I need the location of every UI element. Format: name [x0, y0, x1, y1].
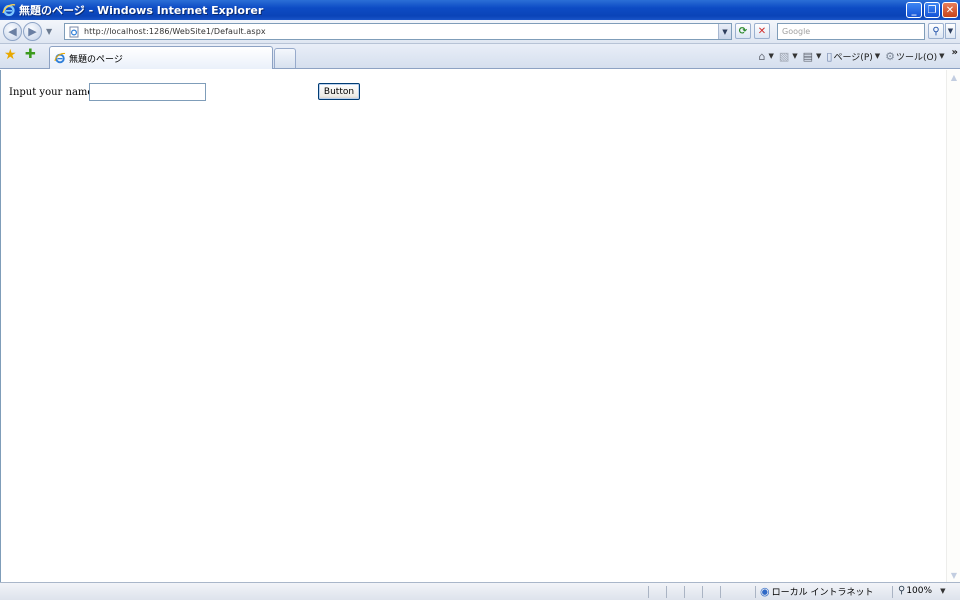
address-dropdown-button[interactable]: ▼	[718, 24, 731, 39]
recent-pages-dropdown[interactable]: ▼	[46, 27, 56, 36]
home-button[interactable]: ⌂ ▼	[758, 50, 776, 63]
scroll-down-icon[interactable]: ▼	[948, 569, 960, 581]
chevron-down-icon[interactable]: ▼	[939, 52, 944, 60]
feed-icon: ▧	[778, 49, 790, 63]
star-icon[interactable]: ★	[4, 47, 17, 63]
ie-icon	[2, 4, 16, 17]
search-button[interactable]: ⚲	[928, 23, 944, 39]
ie-icon	[54, 52, 66, 64]
status-divider	[666, 586, 667, 598]
zoom-level: 100%	[906, 585, 933, 596]
tools-menu-button[interactable]: ⚙ ツール(O) ▼	[885, 50, 947, 63]
name-input[interactable]	[89, 83, 206, 101]
scroll-up-icon[interactable]: ▲	[948, 71, 960, 83]
forward-button[interactable]: ▶	[23, 22, 42, 41]
status-divider	[702, 586, 703, 598]
search-box[interactable]	[777, 23, 925, 40]
stop-icon: ✕	[757, 25, 767, 37]
browser-window: 無題のページ - Windows Internet Explorer _ ❐ ✕…	[0, 0, 960, 600]
back-arrow-icon: ◀	[8, 25, 17, 38]
search-options-dropdown[interactable]: ▼	[945, 23, 956, 39]
status-divider	[755, 586, 756, 598]
title-bar: 無題のページ - Windows Internet Explorer _ ❐ ✕	[0, 0, 960, 20]
address-bar[interactable]: http://localhost:1286/WebSite1/Default.a…	[64, 23, 732, 40]
zoom-control[interactable]: ⚲ 100% ▼	[898, 585, 945, 596]
page-menu-button[interactable]: ▯ ページ(P) ▼	[826, 50, 883, 63]
command-bar: ⌂ ▼ ▧ ▼ ▤ ▼ ▯ ページ(P) ▼ ⚙ ツール(O) ▼ »	[758, 47, 958, 65]
page-icon	[69, 26, 79, 37]
status-divider	[684, 586, 685, 598]
status-divider	[648, 586, 649, 598]
status-divider	[720, 586, 721, 598]
chevron-down-icon[interactable]: ▼	[875, 52, 880, 60]
chevron-down-icon[interactable]: ▼	[792, 52, 797, 60]
vertical-scrollbar[interactable]: ▲ ▼	[946, 70, 960, 582]
magnifier-icon: ⚲	[898, 585, 906, 596]
window-controls: _ ❐ ✕	[906, 2, 958, 18]
status-divider	[892, 586, 893, 598]
submit-button[interactable]: Button	[318, 83, 360, 100]
new-tab-button[interactable]	[274, 48, 296, 68]
feeds-button[interactable]: ▧ ▼	[779, 50, 801, 63]
print-button[interactable]: ▤ ▼	[803, 50, 825, 63]
name-label: Input your name	[9, 87, 94, 98]
tab-label: 無題のページ	[69, 54, 123, 65]
page-content: Input your name Button	[0, 70, 946, 582]
forward-arrow-icon: ▶	[28, 25, 37, 38]
globe-icon: ◉	[760, 585, 770, 598]
chevron-down-icon[interactable]: ▼	[816, 52, 821, 60]
chevron-down-icon[interactable]: ▼	[940, 587, 945, 595]
maximize-button[interactable]: ❐	[924, 2, 940, 18]
home-icon: ⌂	[758, 49, 766, 63]
close-button[interactable]: ✕	[942, 2, 958, 18]
search-icon: ⚲	[932, 25, 940, 37]
tools-menu-label: ツール(O)	[896, 52, 938, 63]
minimize-button[interactable]: _	[906, 2, 922, 18]
status-bar: ◉ ローカル イントラネット ⚲ 100% ▼	[0, 582, 960, 600]
page-menu-label: ページ(P)	[833, 52, 873, 63]
search-input[interactable]	[778, 27, 924, 36]
tab-current-page[interactable]: 無題のページ	[49, 46, 273, 69]
gear-icon: ⚙	[885, 49, 896, 63]
refresh-icon: ⟳	[738, 25, 748, 37]
print-icon: ▤	[802, 49, 814, 63]
refresh-button[interactable]: ⟳	[735, 23, 751, 39]
add-favorites-icon[interactable]: ✚	[25, 47, 36, 62]
back-button[interactable]: ◀	[3, 22, 22, 41]
chevron-down-icon[interactable]: ▼	[768, 52, 773, 60]
zone-label: ローカル イントラネット	[771, 588, 874, 598]
tab-row: ★ ✚ 無題のページ ⌂ ▼ ▧ ▼ ▤ ▼ ▯ ページ(P) ▼ ⚙ ツール(…	[0, 44, 960, 69]
address-url[interactable]: http://localhost:1286/WebSite1/Default.a…	[84, 27, 266, 36]
address-row: ◀ ▶ ▼ http://localhost:1286/WebSite1/Def…	[0, 20, 960, 44]
window-title: 無題のページ - Windows Internet Explorer	[19, 4, 264, 17]
stop-button[interactable]: ✕	[754, 23, 770, 39]
security-zone[interactable]: ◉ ローカル イントラネット	[760, 585, 873, 598]
more-commands-icon[interactable]: »	[952, 47, 958, 58]
page-icon: ▯	[826, 49, 833, 63]
